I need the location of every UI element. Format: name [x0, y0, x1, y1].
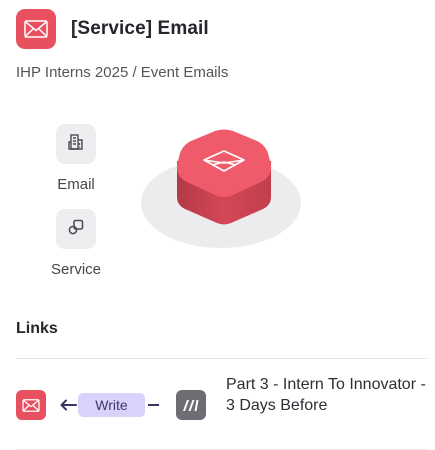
relation-badge: Write	[78, 393, 145, 417]
illustration-envelope-hexagon	[176, 129, 272, 225]
page-title: [Service] Email	[71, 18, 209, 39]
make-logo-icon	[176, 390, 206, 420]
connector-line	[148, 404, 159, 406]
link-row[interactable]: Write Part 3 - Intern To Innovator - 3 D…	[0, 360, 435, 449]
links-section-title: Links	[16, 320, 58, 337]
envelope-icon	[16, 9, 56, 49]
linked-scenario-name[interactable]: Part 3 - Intern To Innovator - 3 Days Be…	[226, 374, 426, 416]
link-squares-icon	[67, 218, 85, 241]
building-icon	[67, 133, 85, 156]
tag-email-label: Email	[57, 176, 95, 193]
envelope-icon	[16, 390, 46, 420]
breadcrumb[interactable]: IHP Interns 2025 / Event Emails	[16, 64, 228, 81]
arrow-left-icon	[60, 399, 77, 411]
links-divider-top	[16, 358, 427, 359]
tag-service-label: Service	[50, 261, 102, 278]
tag-service-button[interactable]	[56, 209, 96, 249]
resource-detail-page: [Service] Email IHP Interns 2025 / Event…	[0, 0, 435, 450]
tag-email-button[interactable]	[56, 124, 96, 164]
